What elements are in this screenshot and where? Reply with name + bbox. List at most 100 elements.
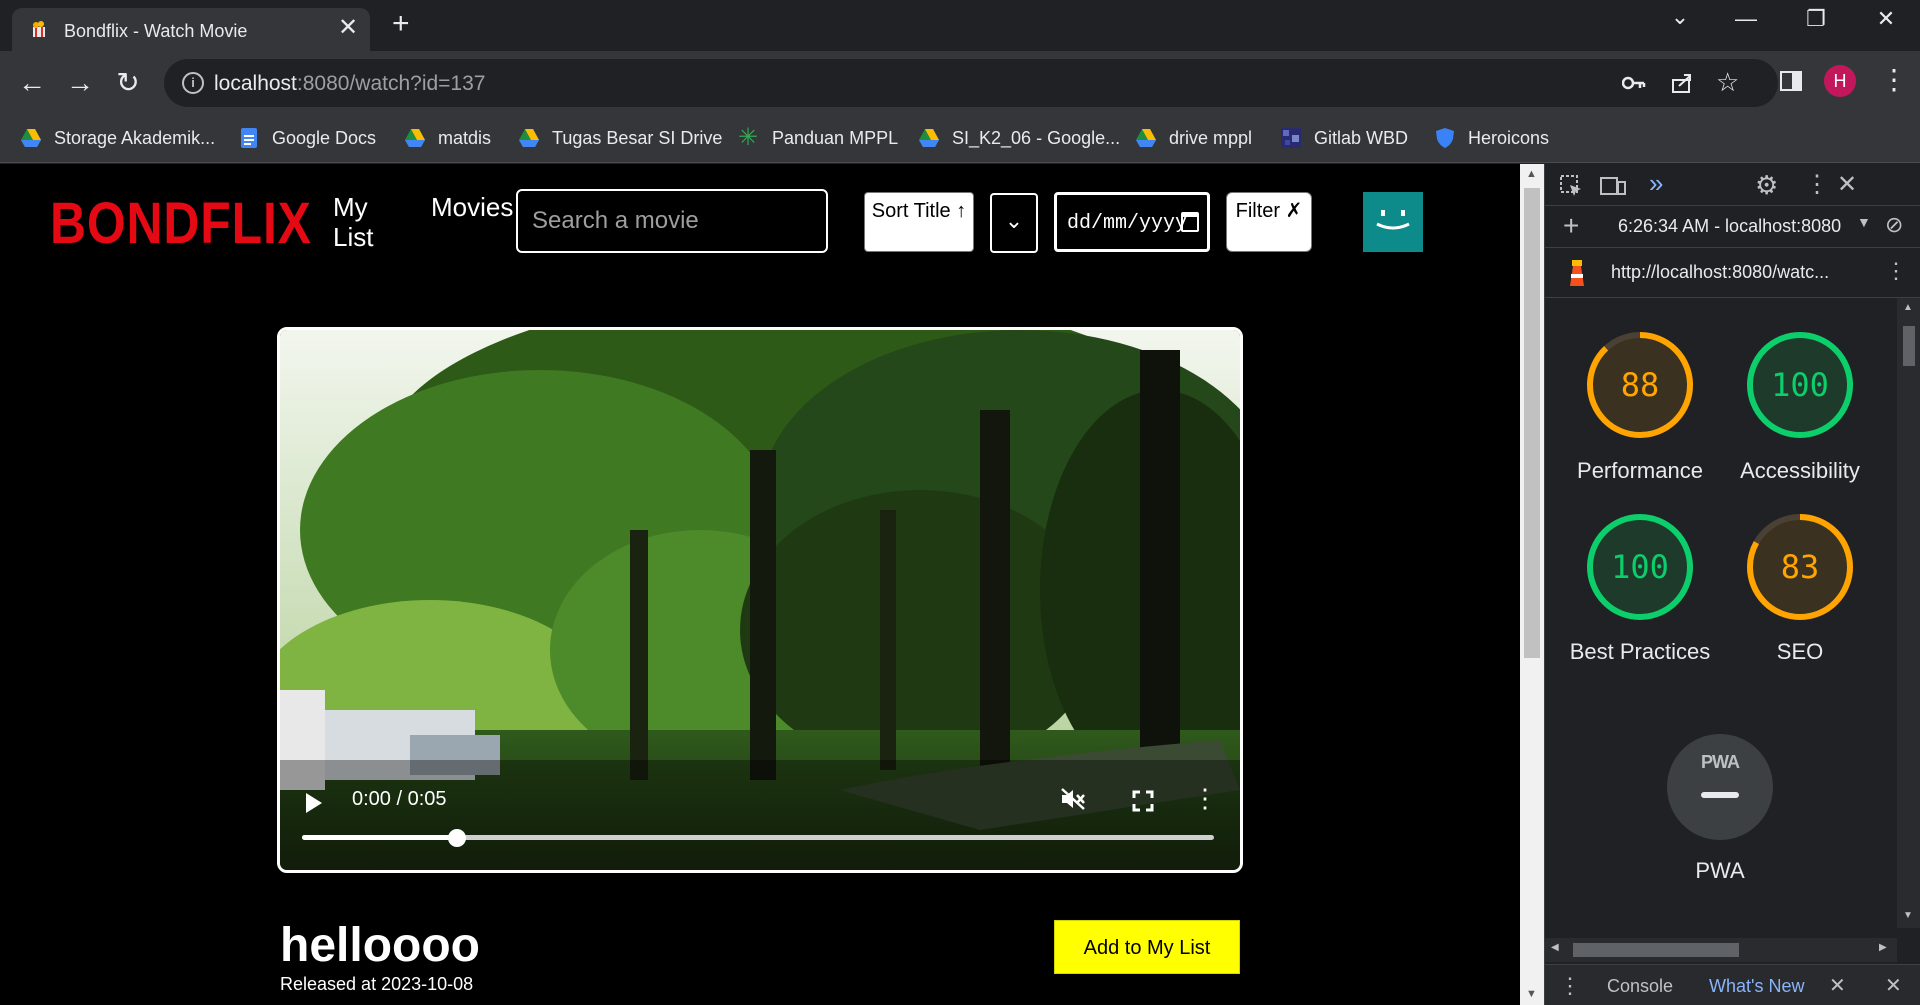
fullscreen-icon[interactable]	[1132, 790, 1154, 812]
minimize-icon[interactable]: —	[1726, 6, 1766, 32]
devtools-horizontal-scrollbar[interactable]: ◀ ▶	[1545, 938, 1897, 962]
google-drive-icon	[1136, 129, 1156, 147]
scroll-down-icon[interactable]: ▼	[1526, 988, 1537, 1000]
inspect-element-icon[interactable]	[1559, 174, 1583, 198]
report-header: http://localhost:8080/watc... ⋮	[1545, 248, 1920, 298]
devtools-panel: » ⚙ ⋮ ✕ + 6:26:34 AM - localhost:8080 ▼ …	[1544, 164, 1920, 1005]
scroll-up-icon[interactable]: ▲	[1903, 302, 1913, 313]
report-url[interactable]: http://localhost:8080/watc...	[1611, 262, 1829, 283]
lighthouse-icon	[1570, 260, 1584, 286]
score-label: Performance	[1577, 458, 1703, 483]
bookmark-item[interactable]: ✳ Panduan MPPL	[738, 123, 898, 153]
pwa-badge[interactable]: PWA	[1667, 734, 1773, 840]
side-panel-icon[interactable]	[1780, 71, 1802, 91]
video-options-icon[interactable]: ⋮	[1192, 783, 1218, 814]
video-player[interactable]: 0:00 / 0:05 ⋮	[277, 327, 1243, 873]
clear-reports-icon[interactable]: ⊘	[1885, 212, 1903, 238]
devtools-horizontal-thumb[interactable]	[1573, 943, 1739, 957]
video-seek-bar[interactable]	[302, 829, 1214, 847]
drawer-tab-console[interactable]: Console	[1607, 976, 1673, 997]
report-menu-icon[interactable]: ⋮	[1885, 258, 1907, 284]
smile-icon	[1376, 210, 1410, 230]
filter-button[interactable]: Filter ✗	[1226, 192, 1312, 252]
bookmark-star-icon[interactable]: ☆	[1716, 67, 1739, 98]
tab-search-icon[interactable]: ⌄	[1660, 4, 1700, 30]
score-label: Best Practices	[1569, 639, 1711, 664]
bookmark-item[interactable]: Tugas Besar SI Drive	[518, 123, 722, 153]
muted-volume-icon[interactable]	[1060, 787, 1086, 811]
genre-select[interactable]: ⌄	[990, 193, 1038, 253]
video-time: 0:00 / 0:05	[352, 788, 447, 810]
devtools-scrollbar[interactable]: ▲ ▼	[1897, 298, 1920, 928]
forward-icon[interactable]: →	[60, 63, 100, 103]
window-close-icon[interactable]: ✕	[1866, 6, 1906, 32]
new-tab-button[interactable]: +	[392, 9, 410, 39]
restore-icon[interactable]: ❐	[1796, 6, 1836, 32]
profile-avatar[interactable]: H	[1824, 65, 1856, 97]
close-tab-icon[interactable]: ✕	[1829, 973, 1846, 998]
device-toolbar-icon[interactable]	[1599, 174, 1627, 198]
share-icon[interactable]	[1670, 71, 1694, 95]
bookmark-item[interactable]: drive mppl	[1135, 123, 1252, 153]
devtools-settings-icon[interactable]: ⚙	[1755, 170, 1778, 201]
dropdown-icon[interactable]: ▼	[1857, 214, 1871, 230]
new-report-icon[interactable]: +	[1563, 210, 1579, 242]
sort-button[interactable]: Sort Title ↑	[864, 192, 974, 252]
address-bar[interactable]: i localhost:8080/watch?id=137 ☆	[164, 59, 1778, 107]
score-gauge-best-practices[interactable]: 100	[1585, 512, 1695, 622]
bookmark-item[interactable]: Gitlab WBD	[1280, 123, 1408, 153]
nav-my-list[interactable]: My List	[333, 192, 393, 252]
bookmark-item[interactable]: Storage Akademik...	[20, 123, 215, 153]
devtools-toolbar: » ⚙ ⋮ ✕	[1545, 164, 1920, 206]
key-icon[interactable]	[1622, 73, 1646, 93]
close-drawer-icon[interactable]: ✕	[1885, 973, 1902, 998]
bookmark-item[interactable]: Google Docs	[238, 123, 376, 153]
popcorn-icon	[33, 21, 45, 37]
drawer-menu-icon[interactable]: ⋮	[1559, 973, 1581, 999]
video-seek-thumb[interactable]	[448, 829, 467, 847]
nav-movies[interactable]: Movies	[431, 192, 513, 222]
tab-close-icon[interactable]: ✕	[338, 16, 358, 40]
score-label: Accessibility	[1740, 458, 1860, 483]
reload-icon[interactable]: ↻	[108, 63, 148, 103]
google-drive-icon	[21, 129, 41, 147]
scroll-up-icon[interactable]: ▲	[1526, 168, 1537, 180]
url-text[interactable]: localhost:8080/watch?id=137	[214, 72, 485, 96]
devtools-scrollbar-thumb[interactable]	[1903, 326, 1915, 366]
score-gauge-seo[interactable]: 83	[1745, 512, 1855, 622]
bookmarks-bar: Storage Akademik... Google Docs matdis T…	[0, 113, 1920, 163]
user-profile-icon[interactable]	[1363, 192, 1423, 252]
scroll-right-icon[interactable]: ▶	[1879, 942, 1887, 953]
score-value: 88	[1620, 366, 1660, 404]
report-timestamp[interactable]: 6:26:34 AM - localhost:8080	[1618, 216, 1841, 237]
page-scrollbar[interactable]: ▲ ▼	[1520, 164, 1544, 1005]
devtools-close-icon[interactable]: ✕	[1837, 170, 1857, 199]
browser-toolbar: ← → ↻ i localhost:8080/watch?id=137 ☆ H …	[0, 51, 1920, 113]
add-to-my-list-button[interactable]: Add to My List	[1054, 920, 1240, 974]
site-info-icon[interactable]: i	[182, 72, 204, 94]
bookmark-item[interactable]: Heroicons	[1434, 123, 1549, 153]
bookmark-item[interactable]: SI_K2_06 - Google...	[918, 123, 1120, 153]
pwa-badge-text: PWA	[1700, 752, 1740, 772]
score-label: PWA	[1695, 858, 1745, 883]
score-gauge-performance[interactable]: 88	[1585, 330, 1695, 440]
release-date: Released at 2023-10-08	[280, 974, 474, 994]
browser-tab[interactable]: Bondflix - Watch Movie ✕	[12, 8, 370, 51]
browser-menu-icon[interactable]: ⋮	[1880, 63, 1908, 96]
score-gauge-accessibility[interactable]: 100	[1745, 330, 1855, 440]
bondflix-page: BONDFLIX My List Movies Sort Title ↑ ⌄ d…	[0, 164, 1520, 1005]
lighthouse-toolbar: + 6:26:34 AM - localhost:8080 ▼ ⊘	[1545, 206, 1920, 248]
bondflix-logo[interactable]: BONDFLIX	[50, 190, 312, 257]
page-scrollbar-thumb[interactable]	[1524, 188, 1540, 658]
drawer-tab-whats-new[interactable]: What's New	[1709, 976, 1804, 997]
scroll-left-icon[interactable]: ◀	[1551, 942, 1559, 953]
back-icon[interactable]: ←	[12, 63, 52, 103]
play-icon[interactable]	[306, 793, 322, 813]
calendar-icon[interactable]	[1181, 212, 1199, 232]
more-tabs-icon[interactable]: »	[1649, 168, 1663, 199]
search-input[interactable]	[516, 189, 828, 253]
date-input[interactable]: dd/mm/yyyy	[1054, 192, 1210, 252]
scroll-down-icon[interactable]: ▼	[1903, 910, 1913, 921]
devtools-menu-icon[interactable]: ⋮	[1805, 170, 1829, 199]
bookmark-item[interactable]: matdis	[404, 123, 491, 153]
